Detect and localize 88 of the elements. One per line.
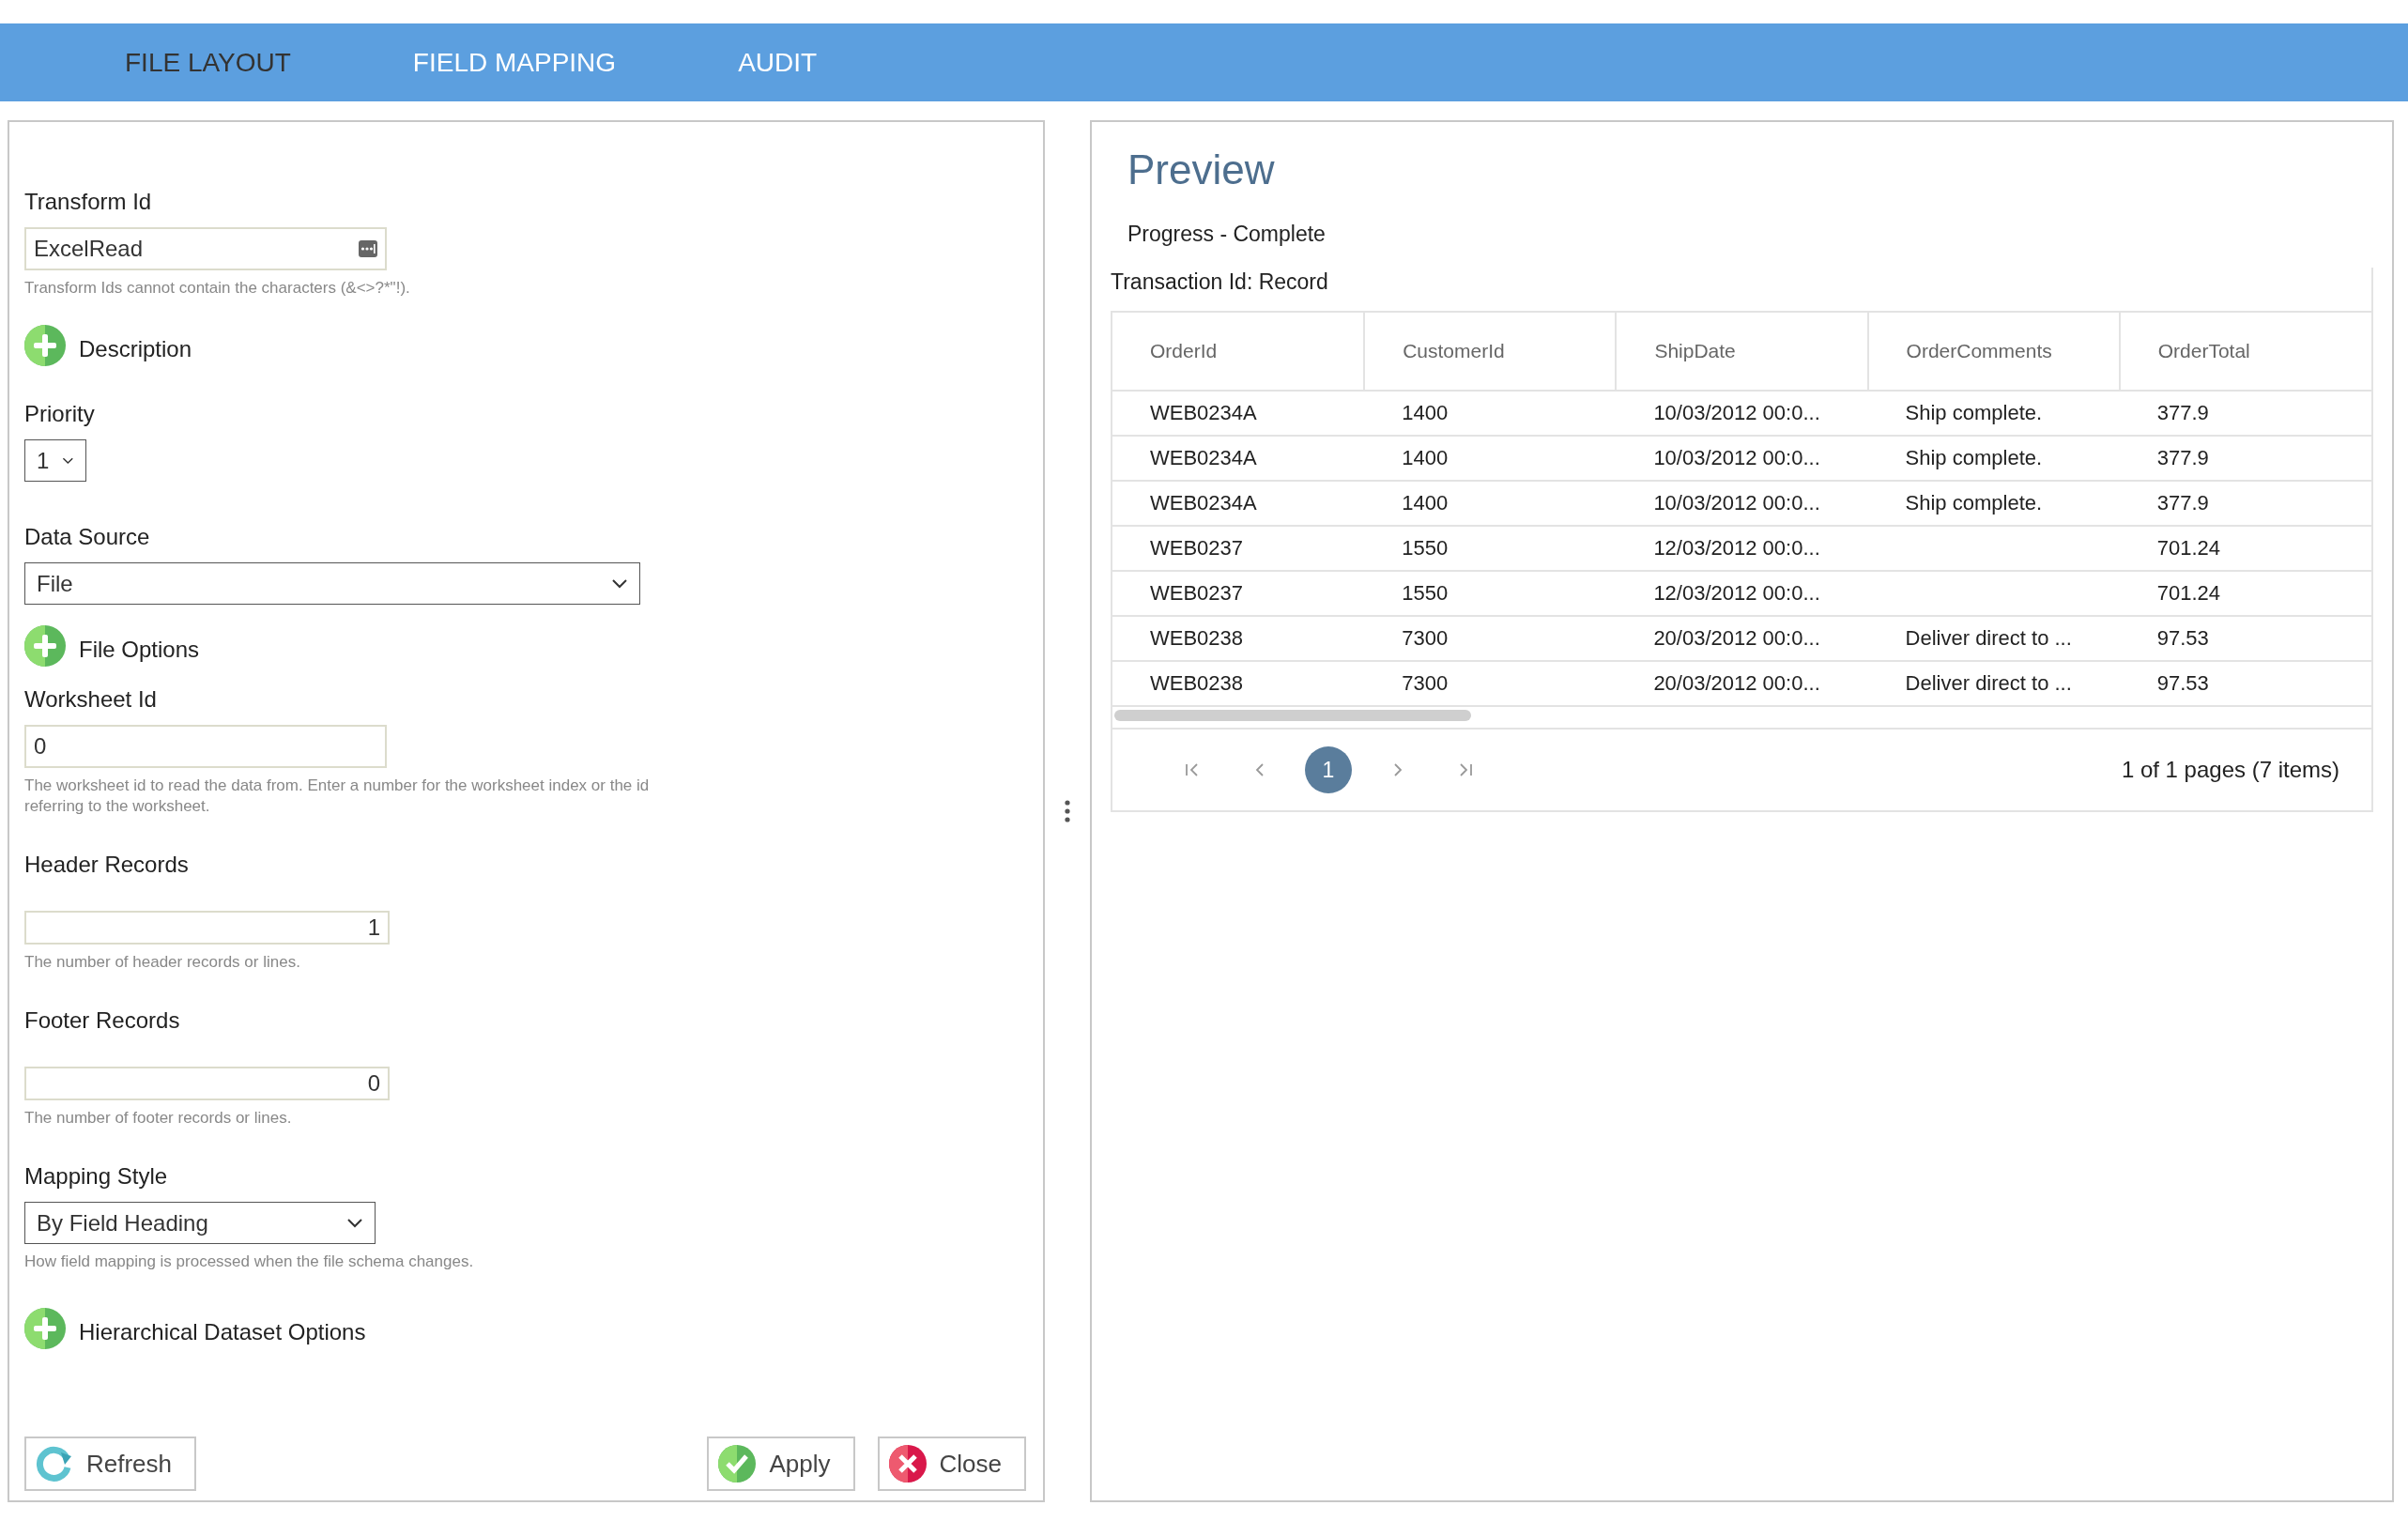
progress-status: Progress - Complete (1127, 222, 1327, 247)
refresh-icon (36, 1445, 73, 1483)
first-page-icon[interactable] (1184, 762, 1200, 777)
table-cell: 10/03/2012 00:0... (1616, 481, 1868, 526)
section-toggle-label[interactable]: Description (79, 335, 192, 363)
dropdown-value: 1 (37, 447, 50, 474)
hint-text: The worksheet id to read the data from. Enter a number for the worksheet index or the id referring to the worksheet. (24, 776, 651, 817)
table-cell: 1550 (1364, 526, 1617, 571)
close-button[interactable]: Close (877, 1436, 1026, 1491)
hint-text: The number of footer records or lines. (24, 1108, 292, 1129)
field-value: 0 (34, 733, 47, 760)
table-cell: Ship complete. (1867, 436, 2120, 481)
table-cell: Ship complete. (1867, 481, 2120, 526)
page-summary: 1 of 1 pages (7 items) (2121, 757, 2339, 783)
section-toggle-label[interactable]: File Options (79, 636, 200, 664)
table-cell: 12/03/2012 00:0... (1616, 571, 1868, 616)
scrollbar-thumb[interactable] (1114, 710, 1471, 721)
hint-text: How field mapping is processed when the file schema changes. (24, 1252, 474, 1272)
field-value: 0 (367, 1070, 380, 1097)
table-cell: 377.9 (2119, 481, 2371, 526)
table-cell: WEB0237 (1112, 571, 1365, 616)
table-cell: 10/03/2012 00:0... (1616, 436, 1868, 481)
hint-text: The number of header records or lines. (24, 952, 300, 973)
table-cell: 12/03/2012 00:0... (1616, 526, 1868, 571)
field-value: 1 (367, 914, 380, 941)
panel-title: Preview (1127, 146, 1276, 193)
table-cell: 1550 (1364, 571, 1617, 616)
table-cell: 97.53 (2119, 616, 2371, 661)
column-header[interactable]: CustomerId (1364, 312, 1617, 391)
table-cell: 1400 (1364, 391, 1617, 436)
page-button[interactable]: 1 (1305, 746, 1352, 793)
field-label: Worksheet Id (24, 685, 157, 714)
table-cell: 701.24 (2119, 571, 2371, 616)
field-label: Footer Records (24, 1006, 180, 1035)
table-cell: Deliver direct to ... (1867, 616, 2120, 661)
ellipsis-icon[interactable] (359, 240, 377, 257)
table-cell: 20/03/2012 00:0... (1616, 661, 1868, 705)
table-cell: 377.9 (2119, 391, 2371, 436)
column-header[interactable]: ShipDate (1616, 312, 1868, 391)
field-value: ExcelRead (34, 236, 144, 262)
table-cell: 20/03/2012 00:0... (1616, 616, 1868, 661)
dropdown-value: By Field Heading (37, 1209, 208, 1237)
table-cell: WEB0238 (1112, 616, 1365, 661)
dropdown-value: File (37, 570, 73, 597)
field-label: Priority (24, 400, 95, 428)
chevron-icon (346, 1217, 363, 1229)
dropdown[interactable]: By Field Heading (24, 1202, 376, 1244)
input-field[interactable]: 1 (24, 911, 390, 945)
input-field[interactable]: 0 (24, 725, 387, 768)
table-cell: 377.9 (2119, 436, 2371, 481)
section-toggle-label[interactable]: Hierarchical Dataset Options (79, 1318, 366, 1346)
table-cell: Deliver direct to ... (1867, 661, 2120, 705)
column-header[interactable]: OrderComments (1867, 312, 2120, 391)
table-cell: WEB0234A (1112, 436, 1365, 481)
table-cell: 1400 (1364, 436, 1617, 481)
table-cell: WEB0238 (1112, 661, 1365, 705)
table-cell: 97.53 (2119, 661, 2371, 705)
column-header[interactable]: OrderId (1112, 312, 1365, 391)
table-cell: 1400 (1364, 481, 1617, 526)
input-field[interactable]: 0 (24, 1067, 390, 1100)
last-page-icon[interactable] (1457, 762, 1473, 777)
plus-circle-icon[interactable] (24, 325, 66, 366)
table-cell: 701.24 (2119, 526, 2371, 571)
dropdown[interactable]: File (24, 562, 640, 605)
table-cell: 7300 (1364, 661, 1617, 705)
field-label: Mapping Style (24, 1162, 168, 1191)
input-field[interactable]: ExcelRead (24, 227, 387, 270)
drag-handle-icon[interactable] (1065, 800, 1070, 822)
plus-circle-icon[interactable] (24, 625, 66, 667)
apply-button[interactable]: Apply (707, 1436, 855, 1491)
table-cell: WEB0234A (1112, 391, 1365, 436)
table-cell: WEB0234A (1112, 481, 1365, 526)
dropdown[interactable]: 1 (24, 439, 86, 482)
close-icon (888, 1445, 927, 1483)
checkmark-icon (718, 1445, 757, 1483)
table-cell: 7300 (1364, 616, 1617, 661)
field-label: Header Records (24, 851, 189, 879)
field-label: Transform Id (24, 188, 152, 216)
field-label: Data Source (24, 523, 150, 551)
column-header[interactable]: OrderTotal (2119, 312, 2371, 391)
chevron-icon (611, 577, 628, 590)
table-cell: Ship complete. (1867, 391, 2120, 436)
hint-text: Transform Ids cannot contain the characters (&<>?*"!). (24, 278, 410, 299)
refresh-button[interactable]: Refresh (24, 1436, 197, 1491)
tab[interactable]: FILE LAYOUT (64, 23, 352, 101)
table-cell: WEB0237 (1112, 526, 1365, 571)
table-cell: 10/03/2012 00:0... (1616, 391, 1868, 436)
plus-circle-icon[interactable] (24, 1308, 66, 1349)
